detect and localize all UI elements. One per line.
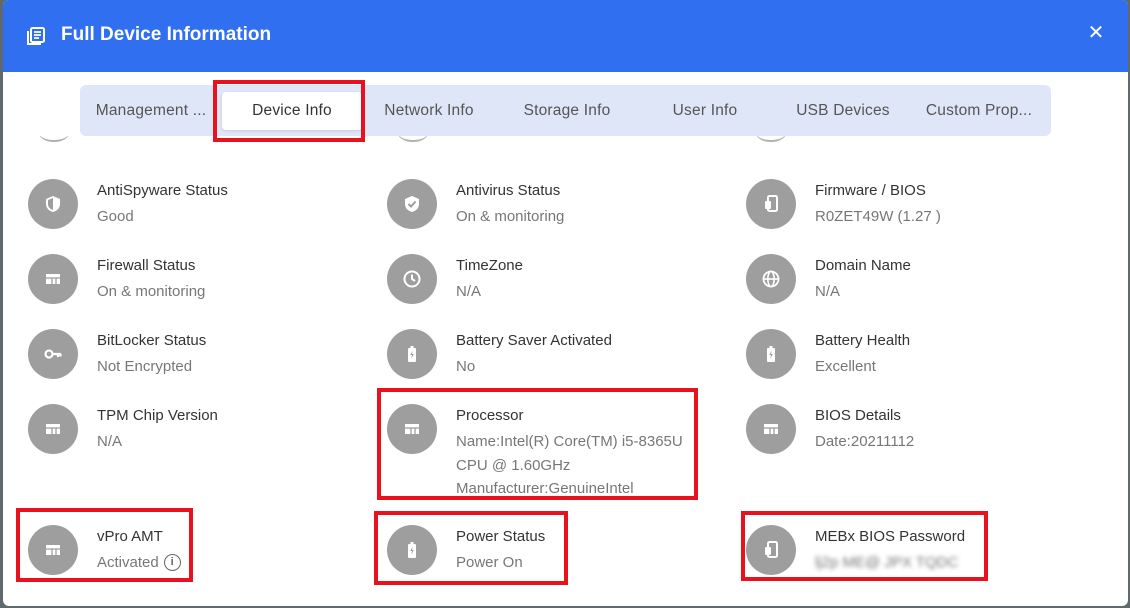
tab-user-info[interactable]: User Info	[646, 85, 764, 136]
item-value: On & monitoring	[97, 283, 206, 300]
battery-icon	[408, 542, 416, 558]
item-label: Antivirus Status	[456, 182, 561, 199]
dialog-header: Full Device Information ✕	[3, 0, 1128, 72]
item-value: Activated i	[97, 551, 181, 575]
item-value: N/A	[97, 433, 123, 450]
item-label: Battery Health	[815, 332, 911, 349]
info-icon[interactable]: i	[163, 553, 181, 571]
item-label: Firewall Status	[97, 257, 196, 274]
item-value: R0ZET49W (1.27 )	[815, 208, 941, 225]
item-label: vPro AMT	[97, 528, 163, 545]
scrolled-icon-edge	[39, 136, 69, 142]
table-icon	[46, 545, 60, 555]
item-value: No	[456, 358, 476, 375]
item-label: BIOS Details	[815, 407, 901, 424]
item-label: BitLocker Status	[97, 332, 207, 349]
document-list-icon	[27, 27, 45, 45]
processor-manufacturer: Manufacturer:GenuineIntel	[456, 480, 634, 497]
processor-speed: CPU @ 1.60GHz	[456, 456, 571, 474]
item-label: Battery Saver Activated	[456, 332, 612, 349]
item-value: N/A	[456, 283, 482, 300]
device-icon	[765, 541, 778, 558]
vpro-status: Activated	[97, 554, 159, 571]
item-label: MEBx BIOS Password	[815, 528, 966, 545]
table-icon	[405, 424, 419, 434]
tab-device-info[interactable]: Device Info	[222, 92, 362, 130]
tab-bar: Management ... Device Info Network Info …	[80, 85, 1051, 136]
tab-management[interactable]: Management ...	[90, 85, 212, 136]
item-value: Power On	[456, 554, 523, 571]
item-label: Power Status	[456, 528, 546, 545]
item-label: Domain Name	[815, 257, 911, 274]
item-value: lj2p ME@ JPX TQDC	[815, 554, 959, 571]
item-label: Processor	[456, 407, 524, 424]
table-icon	[764, 424, 778, 434]
table-icon	[46, 424, 60, 434]
item-label: Firmware / BIOS	[815, 182, 926, 199]
device-icon	[765, 195, 778, 212]
item-value: On & monitoring	[456, 208, 565, 225]
shield-icon	[46, 196, 60, 212]
scrolled-icon-edge	[756, 136, 786, 142]
key-icon	[44, 349, 62, 359]
device-info-dialog: Full Device Information ✕ Management ...…	[3, 0, 1128, 606]
globe-icon	[762, 270, 780, 288]
clock-icon	[403, 270, 421, 288]
tab-custom-properties[interactable]: Custom Prop...	[916, 85, 1042, 136]
tab-usb-devices[interactable]: USB Devices	[784, 85, 902, 136]
close-icon[interactable]: ✕	[1088, 22, 1105, 44]
item-label: AntiSpyware Status	[97, 182, 228, 199]
processor-name: Name:Intel(R) Core(TM) i5-8365U	[456, 433, 683, 450]
device-info-panel[interactable]: AntiSpyware Status Good Antivirus Status…	[3, 136, 1128, 606]
table-icon	[46, 274, 60, 284]
battery-icon	[408, 346, 416, 362]
close-button[interactable]: ✕	[1083, 20, 1109, 46]
item-label: TimeZone	[456, 257, 523, 274]
dialog-title: Full Device Information	[61, 24, 272, 45]
battery-icon	[767, 346, 775, 362]
item-value: Date:20211112	[815, 433, 915, 450]
item-value: Good	[97, 208, 134, 225]
item-value: Not Encrypted	[97, 358, 193, 375]
item-label: TPM Chip Version	[97, 407, 218, 424]
tab-network-info[interactable]: Network Info	[370, 85, 488, 136]
item-value: Name:Intel(R) Core(TM) i5-8365U CPU @ 1.…	[456, 430, 683, 501]
item-value: N/A	[815, 283, 841, 300]
shield-check-icon	[405, 196, 419, 212]
scrolled-icon-edge	[398, 136, 428, 142]
tab-storage-info[interactable]: Storage Info	[508, 85, 626, 136]
item-value: Excellent	[815, 358, 876, 375]
